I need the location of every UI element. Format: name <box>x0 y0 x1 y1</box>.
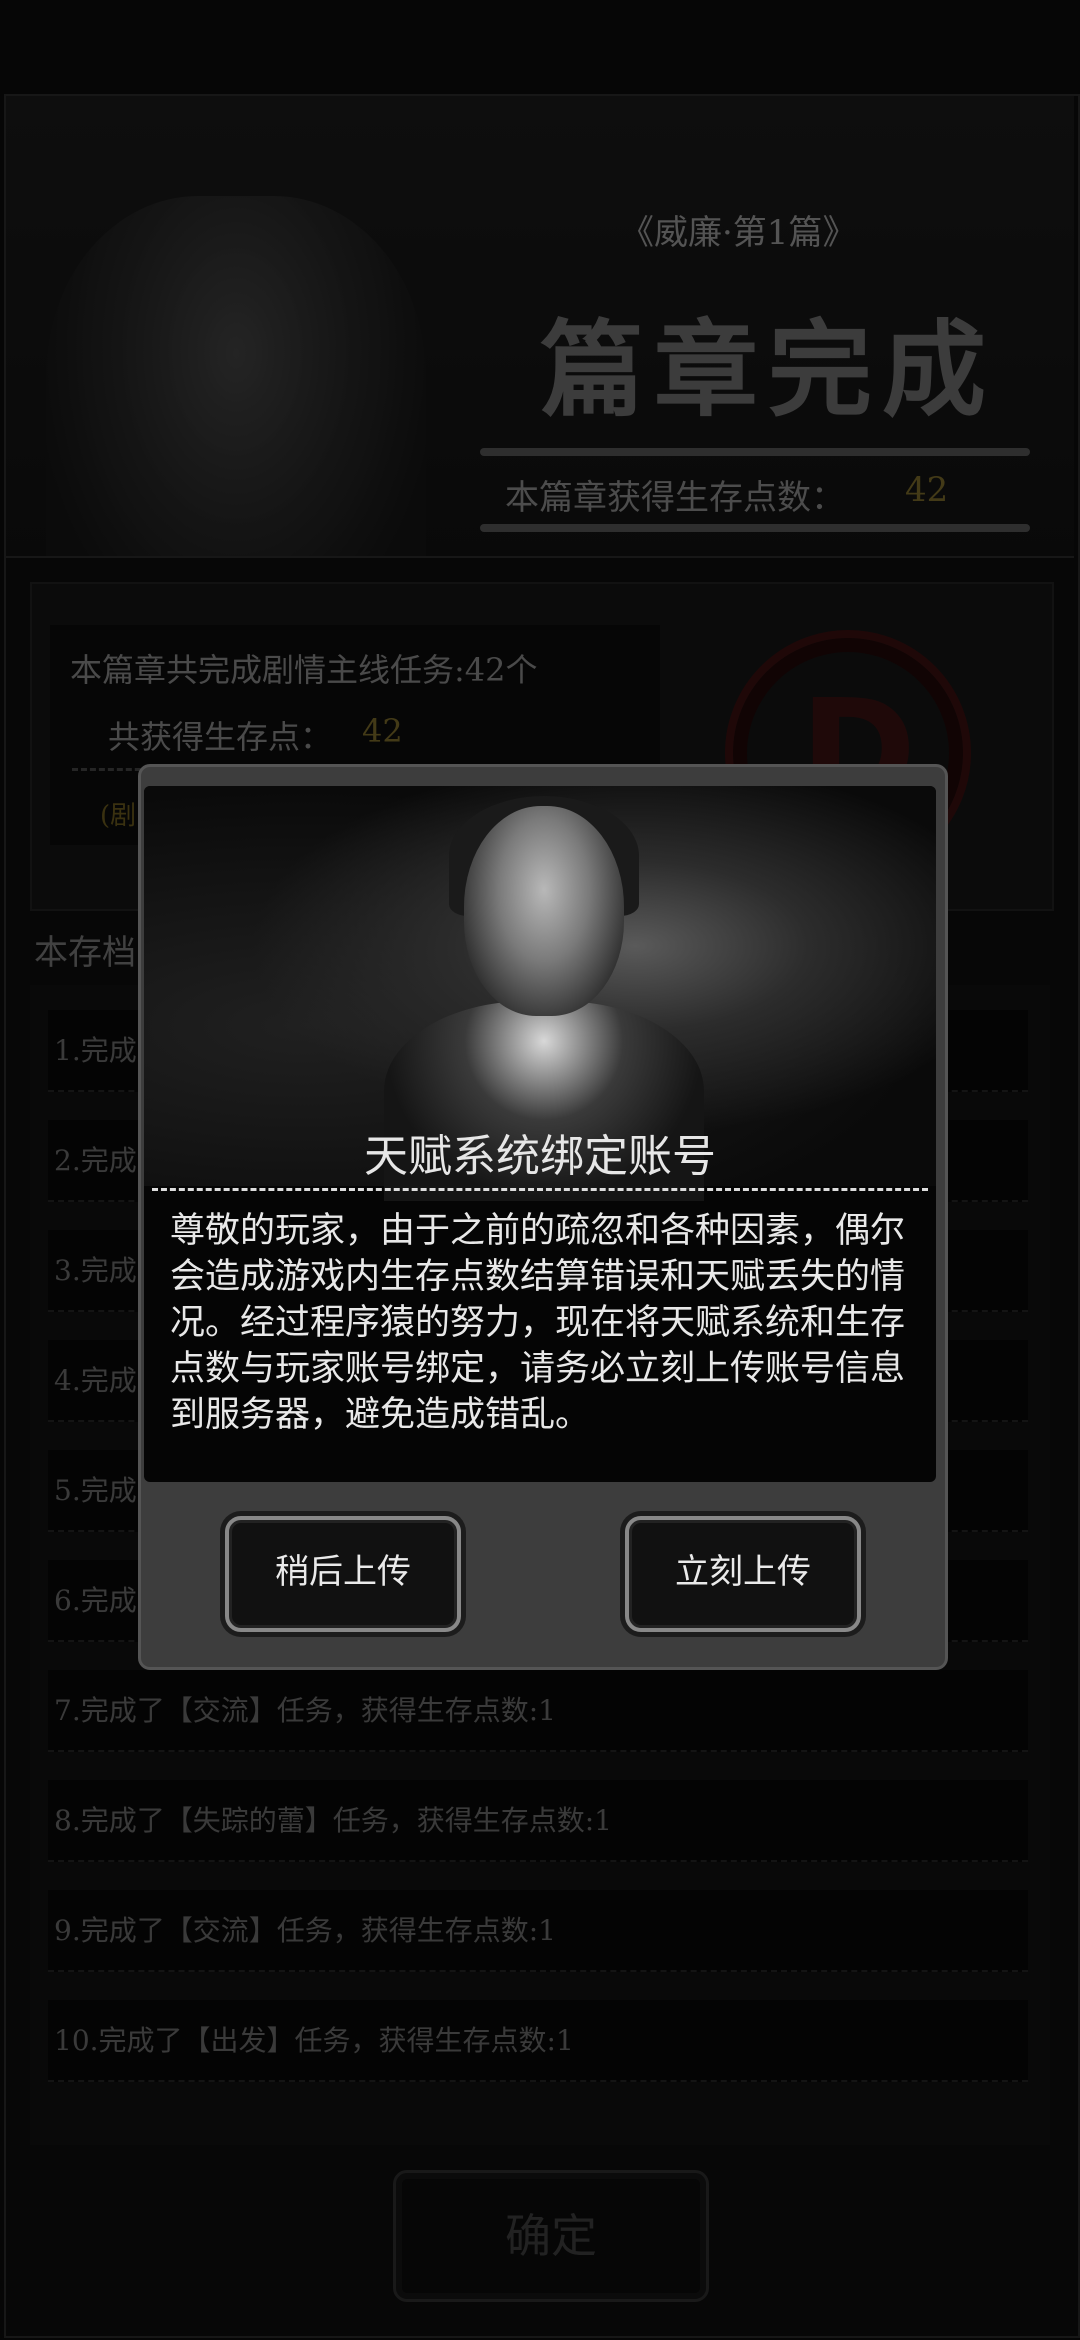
upload-later-button[interactable]: 稍后上传 <box>225 1516 461 1632</box>
upload-now-button[interactable]: 立刻上传 <box>625 1516 861 1632</box>
dialog-title: 天赋系统绑定账号 <box>364 1131 716 1182</box>
dialog-message: 尊敬的玩家，由于之前的疏忽和各种因素，偶尔会造成游戏内生存点数结算错误和天赋丢失… <box>170 1211 906 1435</box>
dialog-divider <box>152 1188 928 1191</box>
character-face <box>464 806 624 1016</box>
